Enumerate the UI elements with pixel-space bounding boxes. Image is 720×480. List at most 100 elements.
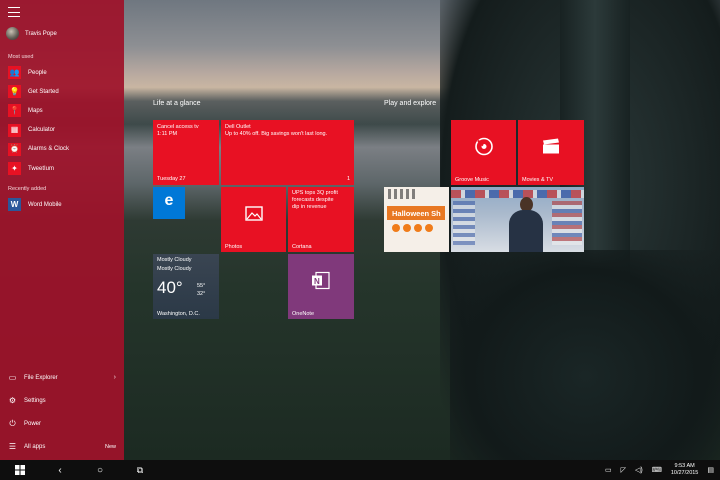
user-name: Travis Pope [25,30,57,37]
app-item-get-started[interactable]: 💡 Get Started [8,82,69,101]
all-apps-item[interactable]: ☰ All apps New [8,435,116,458]
mail-subject: Up to 40% off. Big savings won't last lo… [225,131,328,137]
cortana-tile[interactable]: UPS tops 3Q profit forecasts despite dip… [288,187,354,252]
cortana-tile-label: Cortana [292,244,312,250]
app-item-word-mobile[interactable]: W Word Mobile [8,195,62,214]
groove-music-tile[interactable]: Groove Music [451,120,516,185]
pumpkin-icon [425,224,433,232]
lightbulb-icon: 💡 [8,85,21,99]
settings-item[interactable]: ⚙ Settings [8,389,116,412]
app-label: Word Mobile [28,201,62,208]
new-badge: New [104,443,116,450]
news-headline-line: dip in revenue [292,204,327,210]
photo-icon [244,205,263,226]
app-item-calculator[interactable]: ▦ Calculator [8,121,69,140]
pumpkins-decoration [392,224,433,232]
mail-count: 1 [346,176,350,182]
weather-high: 55° [197,283,206,289]
tablet-mode-icon[interactable]: ▭ [605,466,612,474]
people-icon: 👥 [8,66,21,80]
weather-temperature: 40° [157,278,183,297]
weather-condition: Mostly Cloudy [157,257,192,263]
hamburger-menu-icon[interactable] [6,5,22,19]
windows-logo-icon [15,465,25,475]
map-pin-icon: 📍 [8,104,21,118]
photos-tile-label: Photos [225,244,243,250]
onenote-icon: N [311,270,331,295]
app-item-alarms-clock[interactable]: ⏰ Alarms & Clock [8,140,69,159]
chevron-right-icon[interactable]: › [114,374,116,381]
gear-icon: ⚙ [8,396,17,405]
clock-time: 9:53 AM [674,463,695,469]
mail-sender: Dell Outlet [225,124,251,130]
news-headline-line: forecasts despite [292,197,334,203]
movies-tv-tile[interactable]: Movies & TV [518,120,584,185]
app-label: Get Started [28,88,59,95]
all-apps-icon: ☰ [8,442,17,451]
action-center-icon[interactable]: ▤ [707,466,714,474]
groove-music-icon [474,136,494,161]
cortana-search-button[interactable]: ○ [80,460,120,480]
pumpkin-icon [414,224,422,232]
onenote-tile[interactable]: N OneNote [288,254,354,319]
task-view-icon: ⧉ [136,464,144,475]
news-photo-tile[interactable] [451,187,584,252]
news-backdrop [453,201,475,245]
clapperboard-icon [542,138,560,159]
most-used-label: Most used [8,54,34,60]
start-bottom-list: ▭ File Explorer › ⚙ Settings ⏻ Power ☰ A… [8,366,116,458]
movies-tv-tile-label: Movies & TV [522,177,554,183]
groove-music-tile-label: Groove Music [455,177,489,183]
file-explorer-label: File Explorer [24,374,58,381]
start-button[interactable] [0,460,40,480]
news-backdrop [552,201,582,245]
avatar [6,27,19,40]
edge-icon: e [164,192,174,210]
word-icon: W [8,198,21,212]
calendar-event-time: 1:11 PM [157,131,178,137]
file-explorer-item[interactable]: ▭ File Explorer › [8,366,116,389]
network-icon[interactable]: ◸ [621,466,626,474]
recently-added-label: Recently added [8,186,47,192]
most-used-list: 👥 People 💡 Get Started 📍 Maps ▦ Calculat… [8,63,69,178]
weather-tile[interactable]: Mostly Cloudy Mostly Cloudy 40° 55° 32° … [153,254,219,319]
task-view-button[interactable]: ⧉ [120,460,160,480]
calendar-date: Tuesday 27 [157,176,186,182]
calculator-icon: ▦ [8,123,21,137]
clock[interactable]: 9:53 AM 10/27/2015 [671,463,699,477]
lamp-post-base [450,250,720,460]
mail-tile[interactable]: Dell Outlet Up to 40% off. Big savings w… [221,120,354,185]
pumpkin-icon [403,224,411,232]
edge-tile[interactable]: e [153,187,185,219]
weather-low: 32° [197,291,206,297]
halloween-store-tile[interactable]: Halloween Sh [384,187,449,252]
power-icon: ⏻ [9,419,16,428]
settings-label: Settings [24,397,46,404]
halloween-banner-text: Halloween Sh [392,208,441,218]
taskbar: ‹ ○ ⧉ ▭ ◸ ◁) ⌨ 9:53 AM 10/27/2015 ▤ [0,460,720,480]
photos-tile[interactable]: Photos [221,187,286,252]
bats-decoration [388,189,418,199]
app-item-maps[interactable]: 📍 Maps [8,101,69,120]
halloween-banner: Halloween Sh [387,206,445,220]
start-menu-pane: Travis Pope Most used 👥 People 💡 Get Sta… [0,0,124,460]
volume-icon[interactable]: ◁) [635,466,643,474]
recently-added-list: W Word Mobile [8,195,62,214]
power-label: Power [24,420,42,427]
app-item-tweetium[interactable]: ✦ TweetIum [8,159,69,178]
calendar-tile[interactable]: Cancel access tv 1:11 PM Tuesday 27 [153,120,219,185]
power-item[interactable]: ⏻ Power [8,412,116,435]
system-tray: ▭ ◸ ◁) ⌨ 9:53 AM 10/27/2015 ▤ [605,460,714,480]
app-label: Alarms & Clock [28,146,70,153]
group-label-play-and-explore: Play and explore [384,100,437,107]
app-item-people[interactable]: 👥 People [8,63,69,82]
svg-text:N: N [314,277,320,286]
weather-condition: Mostly Cloudy [157,266,192,272]
cortana-circle-icon: ○ [96,464,104,476]
keyboard-icon[interactable]: ⌨ [652,466,662,474]
user-account[interactable]: Travis Pope [6,27,57,40]
back-button[interactable]: ‹ [40,460,80,480]
group-label-life-at-a-glance: Life at a glance [153,100,201,107]
onenote-tile-label: OneNote [292,311,315,317]
weather-city: Washington, D.C. [157,311,200,317]
